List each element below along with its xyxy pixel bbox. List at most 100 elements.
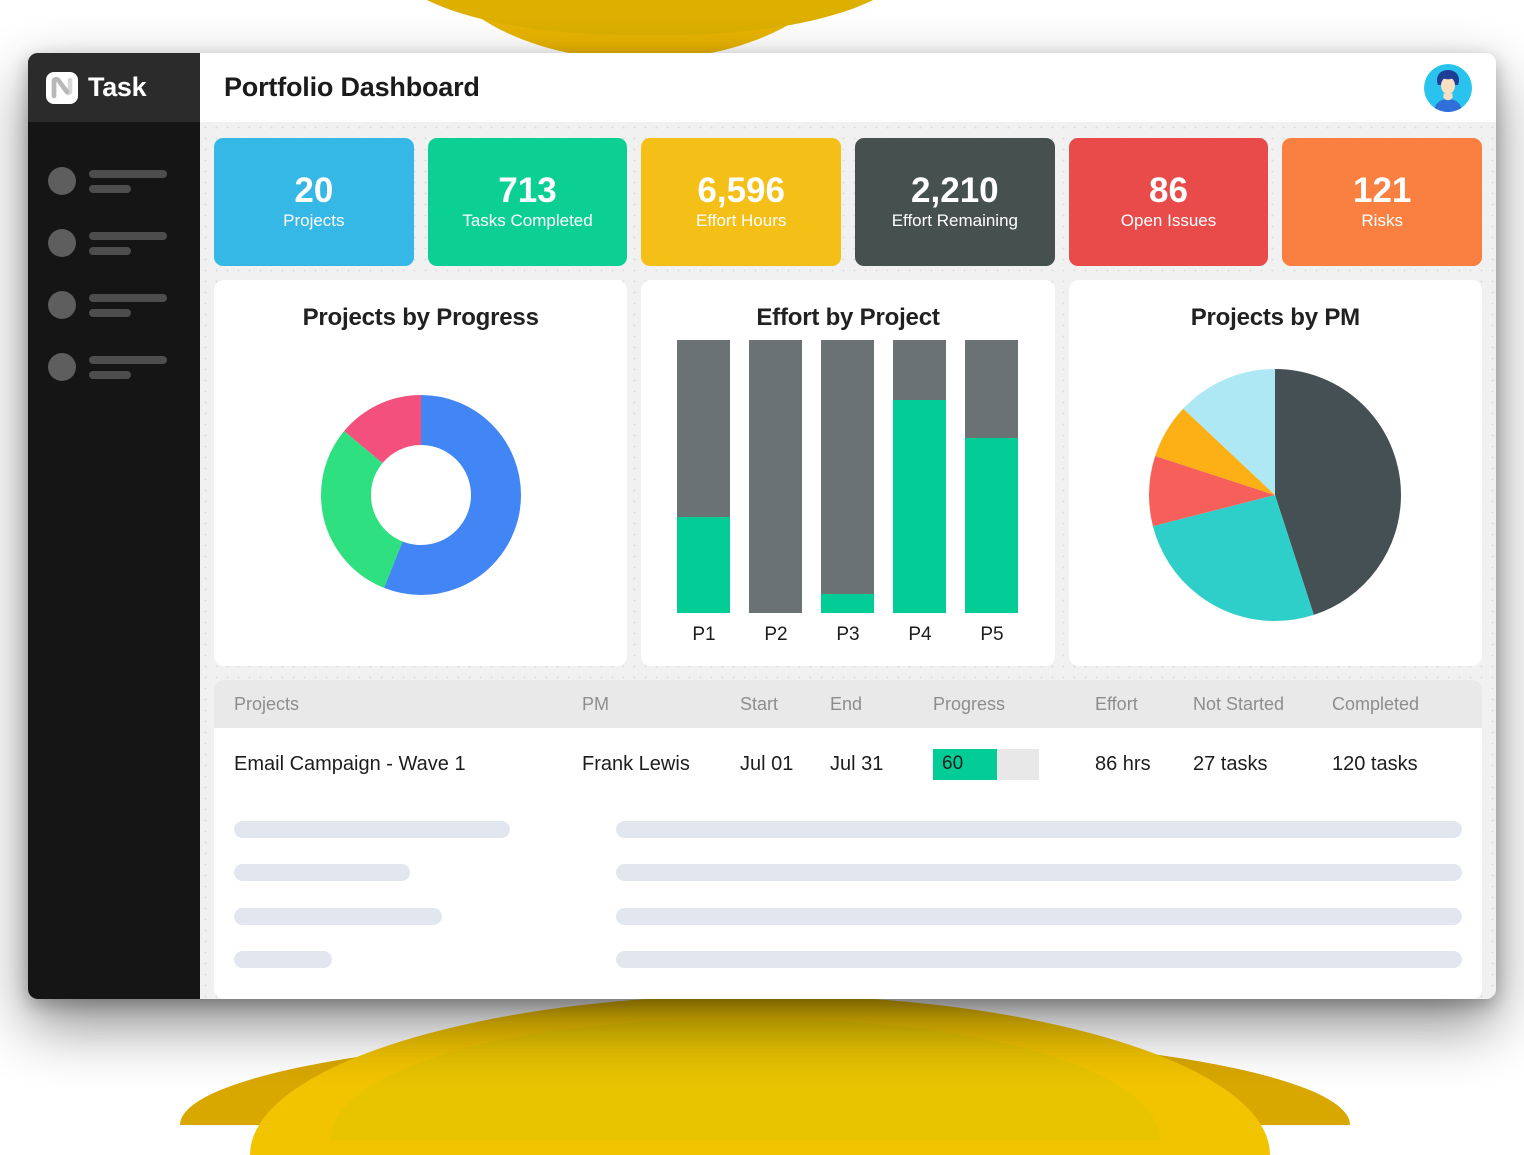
kpi-card-open-issues[interactable]: 86 Open Issues bbox=[1068, 138, 1269, 266]
decorative-blob-top-2 bbox=[390, 0, 910, 35]
main-area: Portfolio Dashboard 20 Projects 713 Task… bbox=[200, 53, 1496, 999]
skeleton-bar-right bbox=[616, 907, 1462, 925]
chart-title: Projects by PM bbox=[1190, 304, 1360, 331]
sidebar-item-4[interactable] bbox=[28, 336, 200, 398]
kpi-value: 2,210 bbox=[911, 170, 999, 210]
bar-chart[interactable]: P1 P2 P3 P4 P5 bbox=[651, 340, 1044, 650]
bar-stack bbox=[893, 340, 947, 613]
bar-fill-completed bbox=[965, 438, 1019, 613]
bar-column-p4[interactable]: P4 bbox=[893, 340, 947, 646]
chart-card-effort-by-project: Effort by Project P1 P2 P3 P4 P5 bbox=[641, 280, 1055, 666]
table-header-completed[interactable]: Completed bbox=[1332, 694, 1462, 715]
cell-start: Jul 01 bbox=[740, 752, 794, 775]
kpi-card-effort-remaining[interactable]: 2,210 Effort Remaining bbox=[855, 138, 1055, 266]
table-header-not-started[interactable]: Not Started bbox=[1193, 694, 1332, 715]
skeleton-bar-right bbox=[616, 821, 1462, 839]
kpi-label: Projects bbox=[283, 211, 345, 231]
bar-fill-completed bbox=[821, 593, 875, 613]
skeleton-bar-left bbox=[234, 907, 442, 925]
table-header-end[interactable]: End bbox=[830, 694, 933, 715]
page-title: Portfolio Dashboard bbox=[224, 72, 480, 102]
sidebar-item-3-placeholder bbox=[89, 293, 167, 317]
decorative-blob-bottom bbox=[250, 995, 1270, 1155]
table-header-projects[interactable]: Projects bbox=[234, 694, 582, 715]
skeleton-bar-right bbox=[616, 950, 1462, 968]
cell-end: Jul 31 bbox=[830, 752, 884, 775]
table-row[interactable]: Email Campaign - Wave 1 Frank Lewis Jul … bbox=[214, 728, 1482, 800]
bar-stack bbox=[965, 340, 1019, 613]
kpi-card-risks[interactable]: 121 Risks bbox=[1282, 138, 1483, 266]
bar-label: P1 bbox=[692, 624, 716, 645]
cell-project-name: Email Campaign - Wave 1 bbox=[234, 752, 466, 775]
bar-column-p1[interactable]: P1 bbox=[677, 340, 731, 646]
kpi-label: Tasks Completed bbox=[462, 211, 593, 231]
table-header-progress[interactable]: Progress bbox=[933, 694, 1095, 715]
donut-chart[interactable] bbox=[224, 340, 617, 650]
table-header-pm[interactable]: PM bbox=[582, 694, 740, 715]
sidebar-items bbox=[28, 122, 200, 999]
sidebar-item-2-placeholder bbox=[89, 231, 167, 255]
user-avatar-icon[interactable] bbox=[1424, 63, 1472, 112]
cell-effort: 86 hrs bbox=[1095, 752, 1151, 775]
brand[interactable]: Task bbox=[28, 53, 200, 122]
bar-label: P2 bbox=[764, 624, 788, 645]
pie-chart-svg bbox=[1149, 369, 1402, 621]
kpi-value: 86 bbox=[1149, 170, 1188, 210]
sidebar-item-3[interactable] bbox=[28, 274, 200, 336]
kpi-label: Effort Remaining bbox=[891, 211, 1018, 231]
kpi-card-effort-hours[interactable]: 6,596 Effort Hours bbox=[641, 138, 842, 266]
placeholder-circle-icon bbox=[48, 353, 76, 381]
kpi-value: 713 bbox=[498, 170, 557, 210]
bar-column-p3[interactable]: P3 bbox=[821, 340, 875, 646]
skeleton-bar-left bbox=[234, 864, 410, 882]
placeholder-circle-icon bbox=[48, 167, 76, 195]
kpi-value: 20 bbox=[294, 170, 334, 210]
sidebar-item-2[interactable] bbox=[28, 212, 200, 274]
app-window: Task Portfolio Dashboard 20 Projects 713… bbox=[28, 53, 1496, 999]
skeleton-row bbox=[234, 907, 1462, 925]
donut-chart-svg bbox=[320, 395, 521, 595]
skeleton-bar-left bbox=[234, 950, 332, 968]
kpi-value: 121 bbox=[1352, 170, 1412, 210]
bar-column-p2[interactable]: P2 bbox=[749, 340, 803, 646]
bar-stack bbox=[677, 340, 731, 613]
sidebar-item-1-placeholder bbox=[89, 169, 167, 193]
kpi-card-tasks-completed[interactable]: 713 Tasks Completed bbox=[427, 138, 628, 266]
bar-label: P3 bbox=[836, 624, 860, 645]
cell-progress: 60 bbox=[933, 748, 1095, 780]
kpi-card-projects[interactable]: 20 Projects bbox=[214, 138, 414, 266]
kpi-row: 20 Projects 713 Tasks Completed 6,596 Ef… bbox=[214, 138, 1483, 266]
chart-card-projects-by-progress: Projects by Progress bbox=[214, 280, 628, 666]
bar-stack bbox=[821, 340, 875, 613]
bar-fill-completed bbox=[677, 517, 731, 613]
table-header-start[interactable]: Start bbox=[740, 694, 830, 715]
decorative-blob-bottom-2 bbox=[330, 1020, 1160, 1140]
bar-label: P4 bbox=[908, 624, 932, 645]
kpi-label: Effort Hours bbox=[695, 211, 787, 231]
skeleton-row bbox=[234, 864, 1462, 882]
table-header-effort[interactable]: Effort bbox=[1095, 694, 1193, 715]
sidebar-item-1[interactable] bbox=[28, 150, 200, 212]
placeholder-circle-icon bbox=[48, 229, 76, 257]
skeleton-rows bbox=[214, 800, 1482, 999]
pie-chart[interactable] bbox=[1079, 340, 1472, 650]
skeleton-row bbox=[234, 821, 1462, 839]
cell-not-started: 27 tasks bbox=[1193, 752, 1268, 775]
cell-pm: Frank Lewis bbox=[582, 752, 690, 775]
bar-fill-completed bbox=[893, 400, 947, 613]
ntask-logo-icon bbox=[46, 71, 78, 104]
bar-label: P5 bbox=[980, 624, 1004, 645]
sidebar-item-4-placeholder bbox=[89, 355, 167, 379]
chart-title: Effort by Project bbox=[756, 304, 940, 331]
skeleton-bar-right bbox=[616, 864, 1462, 882]
bar-stack bbox=[749, 340, 803, 613]
projects-table: Projects PM Start End Progress Effort No… bbox=[214, 680, 1482, 999]
kpi-value: 6,596 bbox=[697, 170, 785, 210]
bar-column-p5[interactable]: P5 bbox=[965, 340, 1019, 646]
decorative-blob-top bbox=[430, 0, 850, 60]
chart-card-projects-by-pm: Projects by PM bbox=[1068, 280, 1482, 666]
cell-completed: 120 tasks bbox=[1332, 752, 1418, 775]
dashboard-content: 20 Projects 713 Tasks Completed 6,596 Ef… bbox=[200, 122, 1496, 999]
chart-title: Projects by Progress bbox=[302, 304, 539, 331]
placeholder-circle-icon bbox=[48, 291, 76, 319]
